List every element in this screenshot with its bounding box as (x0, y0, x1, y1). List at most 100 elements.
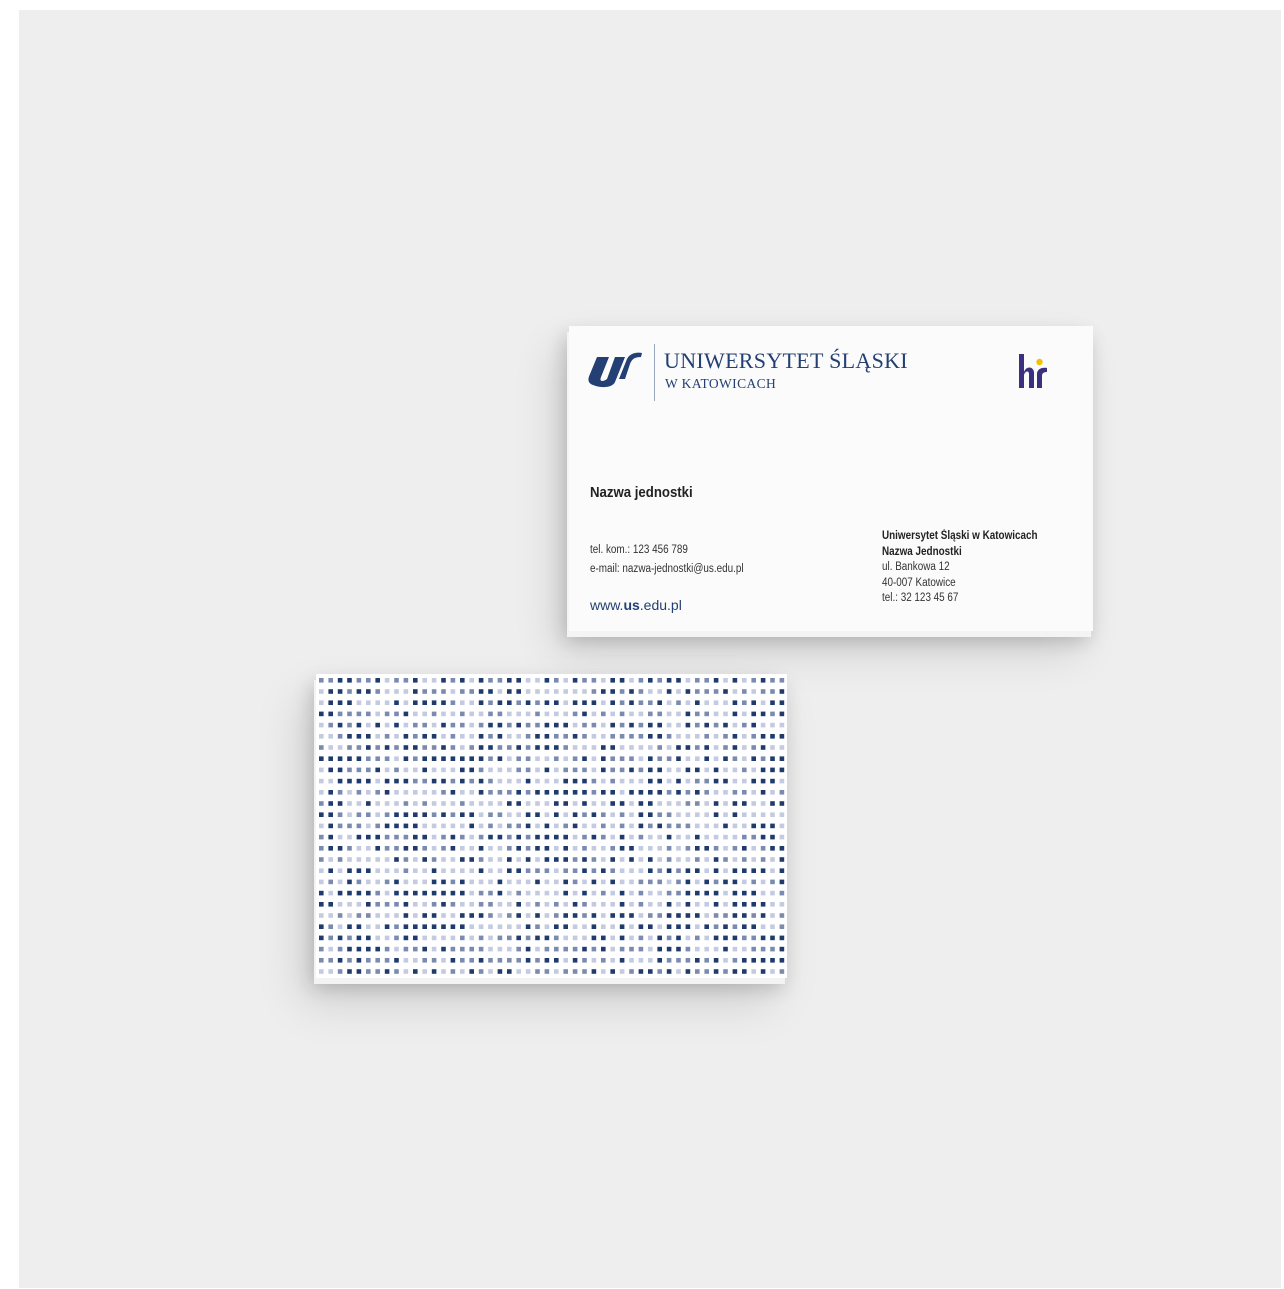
business-card-back (316, 674, 787, 978)
pattern-square (760, 857, 766, 862)
pattern-square (544, 924, 550, 929)
pattern-square (460, 946, 465, 952)
pattern-square (760, 689, 766, 694)
pattern-square (572, 812, 578, 817)
pattern-square (516, 924, 521, 929)
pattern-square (610, 756, 615, 761)
pattern-square (413, 946, 418, 952)
pattern-square (535, 857, 540, 862)
pattern-square (563, 857, 568, 862)
pattern-square (507, 734, 512, 739)
pattern-square (535, 834, 540, 840)
pattern-square (638, 722, 644, 728)
pattern-square (516, 834, 521, 840)
pattern-square (591, 935, 597, 941)
pattern-square (563, 700, 568, 705)
pattern-square (563, 890, 568, 896)
pattern-square (629, 734, 634, 739)
pattern-square (582, 756, 587, 761)
pattern-square (601, 767, 606, 773)
pattern-square (676, 734, 681, 739)
pattern-square (713, 778, 719, 784)
pattern-square (422, 745, 427, 750)
pattern-square (319, 711, 324, 717)
pattern-square (657, 700, 662, 705)
pattern-square (704, 868, 709, 873)
pattern-square (591, 722, 597, 728)
pattern-square (403, 834, 409, 840)
pattern-square (554, 834, 559, 840)
pattern-square (337, 969, 343, 974)
unit-name: Nazwa jednostki (590, 484, 693, 501)
pattern-square (695, 868, 700, 873)
pattern-square (478, 678, 484, 683)
pattern-square (450, 890, 456, 896)
pattern-square (582, 767, 587, 773)
pattern-square (507, 924, 512, 929)
pattern-square (770, 801, 775, 806)
pattern-square (582, 711, 587, 717)
pattern-square (619, 879, 625, 885)
pattern-square (422, 689, 427, 694)
pattern-square (619, 812, 625, 817)
pattern-square (572, 700, 578, 705)
website-link[interactable]: www.us.edu.pl (590, 597, 682, 613)
pattern-square (666, 711, 672, 717)
pattern-square (347, 790, 352, 795)
pattern-square (441, 778, 446, 784)
pattern-square (779, 700, 785, 705)
pattern-square (666, 756, 672, 761)
pattern-square (507, 879, 512, 885)
pattern-square (347, 745, 352, 750)
pattern-square (554, 767, 559, 773)
pattern-square (601, 790, 606, 795)
pattern-square (582, 778, 587, 784)
pattern-square (648, 846, 653, 851)
pattern-square (431, 734, 437, 739)
pattern-square (356, 935, 362, 941)
pattern-square (328, 722, 333, 728)
pattern-square (478, 935, 484, 941)
pattern-square (460, 711, 465, 717)
pattern-square (723, 879, 728, 885)
pattern-square (723, 745, 728, 750)
pattern-square (450, 778, 456, 784)
pattern-square (488, 812, 493, 817)
pattern-square (648, 801, 653, 806)
pattern-square (450, 834, 456, 840)
pattern-square (469, 812, 474, 817)
pattern-square (469, 913, 474, 918)
pattern-square (572, 946, 578, 952)
pattern-square (535, 790, 540, 795)
pattern-square (488, 879, 493, 885)
pattern-square (460, 678, 465, 683)
pattern-square (572, 678, 578, 683)
pattern-square (732, 767, 738, 773)
pattern-square (676, 678, 681, 683)
pattern-square (366, 700, 371, 705)
pattern-square (319, 913, 324, 918)
pattern-square (610, 812, 615, 817)
pattern-square (516, 846, 521, 851)
pattern-square (516, 745, 521, 750)
pattern-square (413, 958, 418, 963)
pattern-square (629, 946, 634, 952)
pattern-square (516, 756, 521, 761)
pattern-square (657, 857, 662, 862)
pattern-square (591, 756, 597, 761)
pattern-square (619, 935, 625, 941)
pattern-square (507, 868, 512, 873)
pattern-square (751, 812, 756, 817)
pattern-square (337, 924, 343, 929)
pattern-square (657, 890, 662, 896)
pattern-square (403, 812, 409, 817)
pattern-square (704, 823, 709, 829)
pattern-square (619, 890, 625, 896)
pattern-square (751, 767, 756, 773)
pattern-square (610, 924, 615, 929)
pattern-square (591, 790, 597, 795)
pattern-square (657, 946, 662, 952)
pattern-square (319, 935, 324, 941)
pattern-square (685, 879, 691, 885)
pattern-square (742, 756, 747, 761)
